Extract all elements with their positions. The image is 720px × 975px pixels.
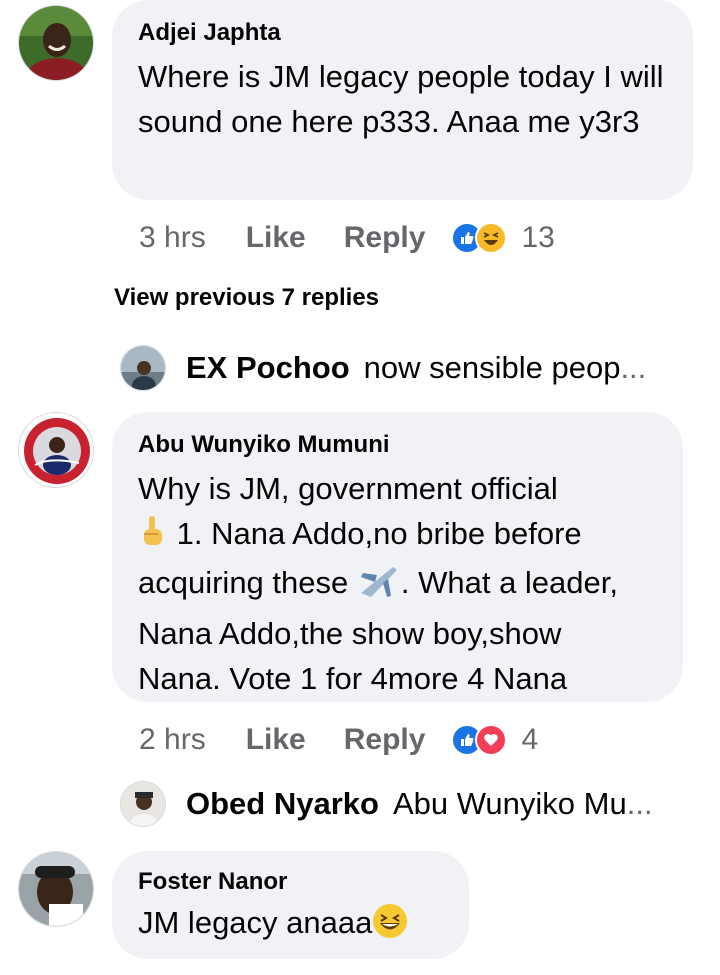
reply-button[interactable]: Reply <box>344 221 426 255</box>
comment-author[interactable]: Adjei Japhta <box>138 18 669 48</box>
comment-text-segment: acquiring these <box>138 565 357 600</box>
comment-time[interactable]: 3 hrs <box>139 221 206 255</box>
reply-author[interactable]: Obed Nyarko <box>186 786 379 822</box>
comment-actions: 2 hrs Like Reply 4 <box>139 720 538 760</box>
reply-author[interactable]: EX Pochoo <box>186 350 350 386</box>
reply-text: now sensible peop <box>363 350 621 385</box>
comment-author[interactable]: Abu Wunyiko Mumuni <box>138 430 659 460</box>
comment-text-segment: 1. Nana Addo,no bribe before <box>168 516 582 551</box>
pointing-up-hand-icon <box>138 514 168 560</box>
comment-text-line: acquiring these . What a leader, <box>138 560 659 611</box>
comment-text-segment: . What a leader, <box>400 565 618 600</box>
haha-reaction-icon <box>475 222 508 254</box>
comment-text: Why is JM, government official 1. Nana A… <box>138 466 659 701</box>
avatar-foster-nanor[interactable] <box>18 851 94 927</box>
reply-preview-ex-pochoo[interactable]: EX Pochoo now sensible peop... <box>120 343 646 393</box>
comment-bubble-adjei-japhta: Adjei Japhta Where is JM legacy people t… <box>112 0 693 200</box>
avatar-adjei-japhta[interactable] <box>18 5 94 81</box>
reaction-count[interactable]: 13 <box>521 221 554 255</box>
comment-text-line: Nana. Vote 1 for 4more 4 Nana <box>138 661 568 696</box>
comment-bubble-foster-nanor: Foster Nanor JM legacy anaaa <box>112 851 469 959</box>
avatar-photo-icon <box>121 782 165 826</box>
comment-text: Where is JM legacy people today I will s… <box>138 59 664 139</box>
comment-time[interactable]: 2 hrs <box>139 723 206 757</box>
reply-text: Abu Wunyiko Mu <box>392 786 627 821</box>
avatar-photo-icon <box>19 852 93 926</box>
like-button[interactable]: Like <box>246 221 306 255</box>
comment-text-segment: JM legacy anaaa <box>138 905 373 940</box>
comment-bubble-abu-wunyiko-mumuni: Abu Wunyiko Mumuni Why is JM, government… <box>112 412 683 702</box>
comment-text-line: Nana Addo,the show boy,show <box>138 616 562 651</box>
reaction-count[interactable]: 4 <box>521 723 538 757</box>
avatar-photo-icon <box>121 346 165 390</box>
love-reaction-icon <box>475 724 508 756</box>
reply-ellipsis: ... <box>626 786 653 821</box>
avatar-photo-icon <box>19 6 93 80</box>
airplane-icon <box>357 563 401 611</box>
reply-button[interactable]: Reply <box>344 723 426 757</box>
reply-ellipsis: ... <box>620 350 647 385</box>
reactions-summary[interactable] <box>451 222 508 254</box>
comment-text: JM legacy anaaa <box>138 903 445 949</box>
avatar-photo-icon <box>19 413 93 487</box>
avatar-abu-wunyiko-mumuni[interactable] <box>18 412 94 488</box>
grinning-squinting-face-icon <box>372 903 410 949</box>
comment-text-line: 1. Nana Addo,no bribe before <box>138 511 659 560</box>
comment-author[interactable]: Foster Nanor <box>138 867 445 897</box>
avatar-obed-nyarko[interactable] <box>120 781 166 827</box>
reply-preview-obed-nyarko[interactable]: Obed Nyarko Abu Wunyiko Mu... <box>120 779 653 829</box>
comment-actions: 3 hrs Like Reply 13 <box>139 218 555 258</box>
reactions-summary[interactable] <box>451 724 508 756</box>
view-previous-replies-link[interactable]: View previous 7 replies <box>114 284 379 312</box>
like-button[interactable]: Like <box>246 723 306 757</box>
comment-text-line: Why is JM, government official <box>138 471 558 506</box>
avatar-ex-pochoo[interactable] <box>120 345 166 391</box>
